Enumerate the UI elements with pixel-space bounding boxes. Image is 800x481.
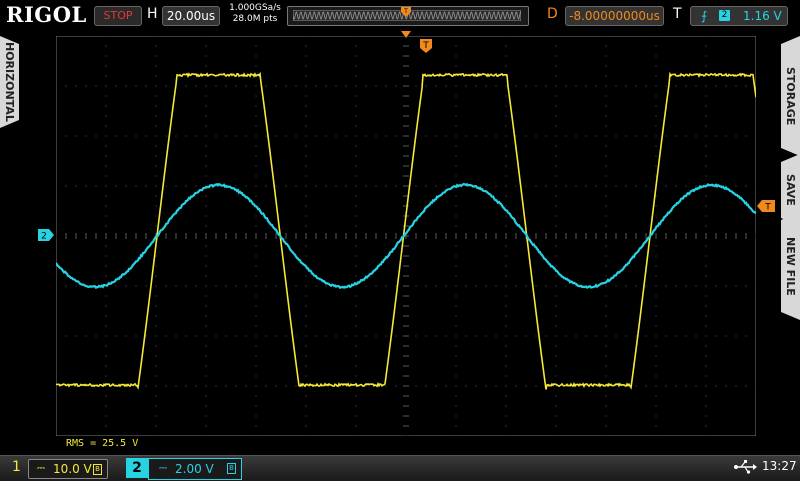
bottom-channel-bar: 1 ⎓ 10.0 V B 2 ⎓ 2.00 V B bbox=[0, 455, 800, 481]
horizontal-menu-tab[interactable]: HORIZONTAL bbox=[0, 36, 19, 128]
ch2-ground-label: 2 bbox=[41, 232, 47, 242]
ch2-number[interactable]: 2 bbox=[126, 458, 148, 478]
trigger-settings[interactable]: ⨍ 2 1.16 V bbox=[690, 6, 788, 26]
system-clock: 13:27 bbox=[762, 459, 797, 473]
dc-coupling-icon: ⎓ bbox=[159, 459, 166, 479]
trigger-marker-letter: T bbox=[422, 41, 429, 51]
ch2-settings[interactable]: ⎓ 2.00 V B bbox=[148, 458, 242, 480]
ch1-number[interactable]: 1 bbox=[12, 459, 21, 475]
ch2-ground-marker[interactable]: 2 bbox=[38, 229, 54, 241]
trigger-position-letter: T bbox=[403, 8, 408, 15]
trigger-source: 2 bbox=[719, 10, 730, 21]
delay-value[interactable]: -8.00000000us bbox=[565, 6, 664, 26]
right-menu-tabs: STORAGE SAVE NEW FILE bbox=[781, 36, 800, 438]
brand-logo: RIGOL bbox=[6, 2, 87, 27]
run-stop-status[interactable]: STOP bbox=[94, 6, 142, 26]
ch1-settings[interactable]: ⎓ 10.0 V B bbox=[28, 459, 108, 479]
top-status-bar: RIGOL STOP H 20.00us 1.000GSa/s 28.0M pt… bbox=[0, 0, 800, 30]
trigger-marker-t[interactable]: T bbox=[420, 39, 432, 53]
trigger-time-marker[interactable] bbox=[400, 30, 412, 40]
trigger-level: 1.16 V bbox=[743, 7, 782, 25]
timebase-value[interactable]: 20.00us bbox=[162, 6, 220, 26]
ch2-scale: 2.00 V bbox=[175, 459, 214, 479]
memory-position-bar[interactable]: T bbox=[287, 6, 529, 26]
trigger-position-icon: T bbox=[401, 6, 411, 18]
acquisition-info: 1.000GSa/s 28.0M pts bbox=[225, 3, 285, 25]
bandwidth-limit-icon: B bbox=[227, 463, 236, 474]
dc-coupling-icon: ⎓ bbox=[37, 460, 44, 478]
delay-label: D bbox=[547, 6, 558, 22]
horizontal-label: H bbox=[147, 6, 158, 22]
usb-icon bbox=[733, 459, 757, 475]
trigger-label: T bbox=[673, 6, 682, 22]
memory-depth: 28.0M pts bbox=[225, 14, 285, 25]
new-file-tab[interactable]: NEW FILE bbox=[781, 212, 800, 320]
sample-rate: 1.000GSa/s bbox=[225, 3, 285, 14]
rising-edge-icon: ⨍ bbox=[701, 7, 707, 25]
trigger-level-marker[interactable]: T bbox=[757, 200, 775, 212]
rms-measurement: RMS = 25.5 V bbox=[66, 438, 138, 449]
storage-tab[interactable]: STORAGE bbox=[781, 36, 800, 156]
waveform-display[interactable] bbox=[56, 36, 756, 436]
bandwidth-limit-icon: B bbox=[93, 464, 102, 475]
ch1-scale: 10.0 V bbox=[53, 460, 92, 478]
trigger-level-letter: T bbox=[764, 203, 771, 213]
